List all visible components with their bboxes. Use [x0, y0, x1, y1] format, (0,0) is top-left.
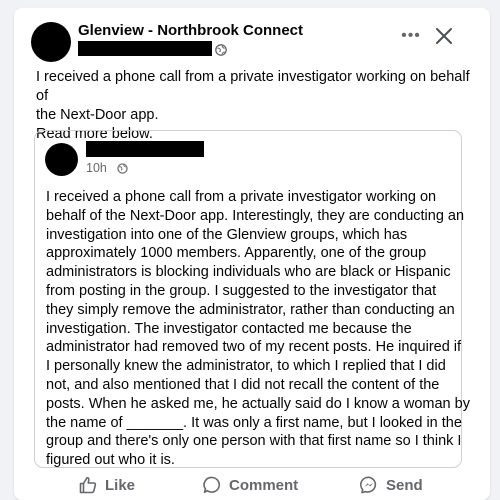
shared-text-line: not, and also mentioned that I did not r…	[46, 376, 440, 393]
shared-author-name-redacted	[86, 141, 204, 157]
post-text-line: the Next-Door app.	[36, 107, 159, 123]
shared-post-text: I received a phone call from a private i…	[46, 188, 470, 470]
like-button[interactable]: Like	[78, 470, 135, 500]
shared-text-line: investigation into one of the Glenview g…	[46, 226, 408, 243]
shared-post-timestamp[interactable]: 10h	[86, 161, 107, 175]
send-label: Send	[386, 476, 423, 494]
shared-text-line: I personally knew the administrator, to …	[46, 358, 446, 375]
close-icon[interactable]	[432, 24, 456, 48]
comment-button[interactable]: Comment	[202, 470, 298, 500]
post-text-line: I received a phone call from a private i…	[36, 69, 470, 104]
comment-icon	[203, 476, 221, 494]
shared-text-line: the name of _______. It was only a first…	[46, 414, 462, 431]
shared-post-card[interactable]: 10h I received a phone call from a priva…	[34, 130, 470, 470]
shared-text-line: figured out who it is.	[46, 452, 175, 469]
post-action-bar: Like Comment Send	[14, 470, 490, 500]
shared-text-line: from posting in the group. I suggested t…	[46, 282, 437, 299]
shared-text-line: investigation. The investigator contacte…	[46, 320, 412, 337]
shared-text-line: administrators is blocking individuals w…	[46, 264, 451, 281]
post-card: Glenview - Northbrook Connect ••• I rece…	[14, 8, 490, 500]
messenger-icon	[360, 476, 377, 494]
globe-icon	[117, 163, 128, 174]
comment-label: Comment	[229, 476, 299, 494]
shared-author-avatar[interactable]	[45, 143, 78, 176]
send-button[interactable]: Send	[359, 470, 423, 500]
thumbs-up-icon	[79, 476, 97, 494]
group-avatar[interactable]	[31, 22, 71, 62]
shared-text-line: approximately 1000 members. Apparently, …	[46, 245, 427, 262]
more-options-button[interactable]: •••	[397, 24, 425, 48]
shared-text-line: I received a phone call from a private i…	[46, 189, 437, 205]
shared-text-line: administrator had removed two of my rece…	[46, 339, 462, 356]
shared-text-line: posts. When he asked me, he actually sai…	[46, 395, 470, 412]
group-name-link[interactable]: Glenview - Northbrook Connect	[78, 22, 303, 39]
author-name-redacted	[78, 41, 212, 56]
shared-text-line: they simply remove the administrator, ra…	[46, 301, 455, 318]
shared-text-line: behalf of the Next-Door app. Interesting…	[46, 207, 465, 224]
globe-icon[interactable]	[215, 44, 227, 56]
shared-text-line: group and there's only one person with t…	[46, 433, 462, 450]
like-label: Like	[105, 476, 136, 494]
